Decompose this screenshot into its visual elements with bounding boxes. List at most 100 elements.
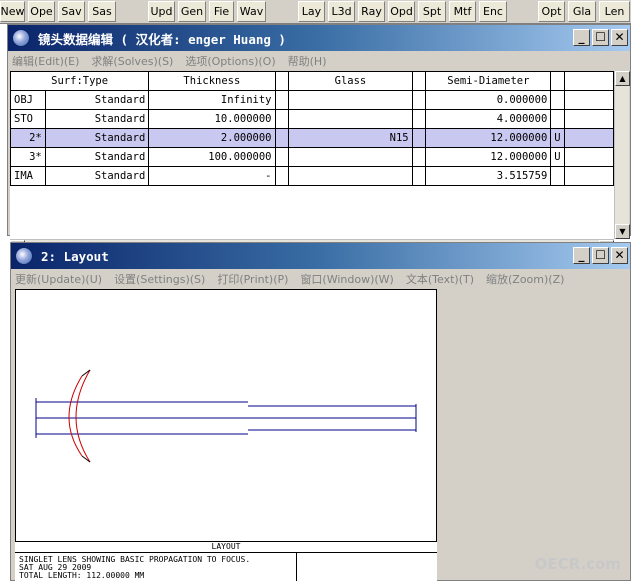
- maximize-icon[interactable]: ☐: [592, 29, 609, 46]
- wav-button[interactable]: Wav: [237, 1, 266, 22]
- fie-button[interactable]: Fie: [209, 1, 234, 22]
- lens-data-grid: Surf:Type Thickness Glass Semi-Diameter …: [10, 71, 614, 239]
- opt-button[interactable]: Opt: [538, 1, 565, 22]
- menu-text[interactable]: 文本(Text)(T): [406, 271, 474, 287]
- menu-edit[interactable]: 编辑(Edit)(E): [12, 53, 79, 69]
- update-button[interactable]: Upd: [148, 1, 175, 22]
- col-header-surf-type[interactable]: Surf:Type: [10, 71, 150, 91]
- scroll-up-icon[interactable]: ▲: [615, 71, 630, 86]
- enc-button[interactable]: Enc: [479, 1, 507, 22]
- app-icon: [12, 29, 30, 47]
- vertical-scrollbar[interactable]: ▲ ▼: [614, 71, 630, 239]
- menu-zoom[interactable]: 缩放(Zoom)(Z): [486, 271, 564, 287]
- gla-button[interactable]: Gla: [568, 1, 596, 22]
- solve-cell[interactable]: [550, 90, 566, 110]
- solve-cell[interactable]: [550, 166, 566, 186]
- thickness-cell[interactable]: 2.000000: [148, 128, 276, 148]
- close-icon[interactable]: ✕: [611, 29, 628, 46]
- solve-cell[interactable]: U: [550, 128, 566, 148]
- minimize-icon[interactable]: _: [573, 29, 590, 46]
- surf-cell[interactable]: STO: [10, 109, 46, 129]
- semi-diameter-cell[interactable]: 4.000000: [425, 109, 552, 129]
- layout-titlebar[interactable]: 2: Layout _ ☐ ✕: [11, 243, 630, 269]
- semi-diameter-cell[interactable]: 12.000000: [425, 128, 552, 148]
- new-button[interactable]: New: [0, 1, 25, 22]
- semi-diameter-cell[interactable]: 3.515759: [425, 166, 552, 186]
- menu-options[interactable]: 选项(Options)(O): [185, 53, 275, 69]
- solve-cell[interactable]: U: [550, 147, 566, 167]
- layout-window: 2: Layout _ ☐ ✕ 更新(Update)(U) 设置(Setting…: [10, 242, 631, 581]
- gen-button[interactable]: Gen: [178, 1, 206, 22]
- save-as-button[interactable]: Sas: [88, 1, 116, 22]
- save-button[interactable]: Sav: [58, 1, 85, 22]
- solve-cell[interactable]: [411, 109, 427, 129]
- solve-cell[interactable]: [411, 128, 427, 148]
- ray-trace-drawing: [35, 369, 417, 463]
- extra-cell[interactable]: [564, 128, 614, 148]
- surf-cell[interactable]: OBJ: [10, 90, 46, 110]
- lens-back-surface: [68, 375, 83, 457]
- thickness-cell[interactable]: 100.000000: [148, 147, 276, 167]
- solve-cell[interactable]: [274, 147, 290, 167]
- close-icon[interactable]: ✕: [611, 247, 628, 264]
- menu-print[interactable]: 打印(Print)(P): [217, 271, 288, 287]
- extra-cell[interactable]: [564, 90, 614, 110]
- scroll-down-icon[interactable]: ▼: [615, 224, 630, 239]
- ray-button[interactable]: Ray: [358, 1, 385, 22]
- glass-cell[interactable]: [288, 147, 413, 167]
- len-button[interactable]: Len: [599, 1, 630, 22]
- table-row[interactable]: STO Standard 10.000000 4.000000: [10, 109, 614, 129]
- solve-cell[interactable]: [274, 90, 290, 110]
- type-cell[interactable]: Standard: [44, 147, 150, 167]
- menu-solves[interactable]: 求解(Solves)(S): [91, 53, 173, 69]
- semi-diameter-cell[interactable]: 0.000000: [425, 90, 552, 110]
- thickness-cell[interactable]: 10.000000: [148, 109, 276, 129]
- surf-cell[interactable]: 3*: [10, 147, 46, 167]
- solve-cell[interactable]: [274, 166, 290, 186]
- lay-button[interactable]: Lay: [298, 1, 325, 22]
- glass-cell[interactable]: [288, 109, 413, 129]
- minimize-icon[interactable]: _: [573, 247, 590, 264]
- menu-update[interactable]: 更新(Update)(U): [15, 271, 102, 287]
- l3d-button[interactable]: L3d: [328, 1, 355, 22]
- type-cell[interactable]: Standard: [44, 166, 150, 186]
- table-row[interactable]: IMA Standard - 3.515759: [10, 166, 614, 186]
- surf-cell[interactable]: 2*: [10, 128, 46, 148]
- thickness-cell[interactable]: Infinity: [148, 90, 276, 110]
- extra-cell[interactable]: [564, 166, 614, 186]
- spt-button[interactable]: Spt: [418, 1, 446, 22]
- solve-cell[interactable]: [274, 128, 290, 148]
- layout-menubar: 更新(Update)(U) 设置(Settings)(S) 打印(Print)(…: [11, 269, 630, 289]
- solve-cell[interactable]: [411, 166, 427, 186]
- surf-cell[interactable]: IMA: [10, 166, 46, 186]
- solve-cell[interactable]: [411, 147, 427, 167]
- type-cell[interactable]: Standard: [44, 90, 150, 110]
- table-row[interactable]: OBJ Standard Infinity 0.000000: [10, 90, 614, 110]
- col-header-semi-diameter[interactable]: Semi-Diameter: [425, 71, 552, 91]
- watermark: OECR.com: [534, 555, 621, 573]
- extra-cell[interactable]: [564, 147, 614, 167]
- mtf-button[interactable]: Mtf: [449, 1, 476, 22]
- thickness-cell[interactable]: -: [148, 166, 276, 186]
- type-cell[interactable]: Standard: [44, 128, 150, 148]
- lde-titlebar[interactable]: 镜头数据编辑 ( 汉化者: enger Huang ) _ ☐ ✕: [8, 25, 630, 51]
- maximize-icon[interactable]: ☐: [592, 247, 609, 264]
- semi-diameter-cell[interactable]: 12.000000: [425, 147, 552, 167]
- opd-button[interactable]: Opd: [388, 1, 415, 22]
- menu-help[interactable]: 帮助(H): [288, 53, 327, 69]
- solve-cell[interactable]: [411, 90, 427, 110]
- table-row-selected[interactable]: 2* Standard 2.000000 N15 12.000000 U: [10, 128, 614, 148]
- col-header-glass[interactable]: Glass: [288, 71, 413, 91]
- glass-cell[interactable]: N15: [288, 128, 413, 148]
- type-cell[interactable]: Standard: [44, 109, 150, 129]
- extra-cell[interactable]: [564, 109, 614, 129]
- open-button[interactable]: Ope: [28, 1, 55, 22]
- glass-cell[interactable]: [288, 90, 413, 110]
- solve-cell[interactable]: [274, 109, 290, 129]
- menu-window[interactable]: 窗口(Window)(W): [300, 271, 393, 287]
- solve-cell[interactable]: [550, 109, 566, 129]
- menu-settings[interactable]: 设置(Settings)(S): [114, 271, 205, 287]
- table-row[interactable]: 3* Standard 100.000000 12.000000 U: [10, 147, 614, 167]
- glass-cell[interactable]: [288, 166, 413, 186]
- col-header-thickness[interactable]: Thickness: [148, 71, 276, 91]
